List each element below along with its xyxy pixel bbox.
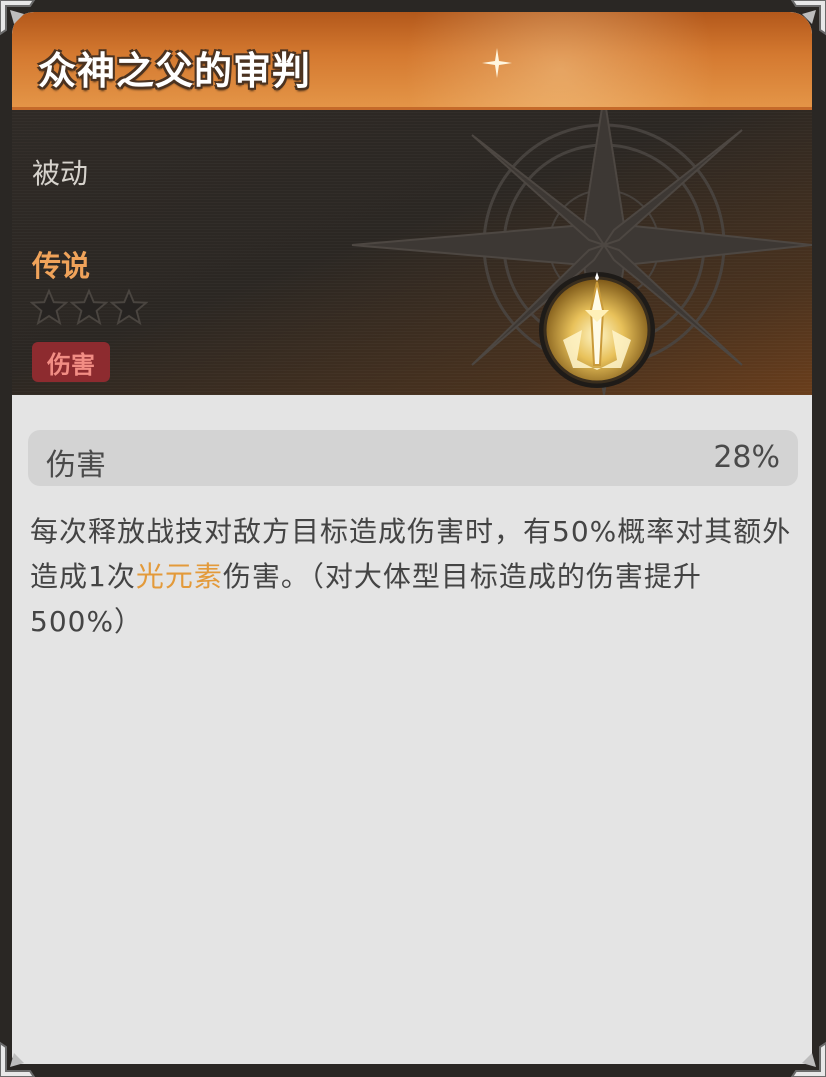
skill-header: 被动 传说 伤害 — [12, 110, 812, 395]
star-rating — [30, 288, 148, 326]
stat-value: 28% — [713, 440, 780, 475]
golden-sword-burst-icon — [539, 272, 655, 388]
star-icon — [70, 288, 108, 326]
star-icon — [110, 288, 148, 326]
skill-title: 众神之父的审判 — [38, 49, 312, 93]
title-bar: 众神之父的审判 — [12, 12, 812, 110]
skill-card: 众神之父的审判 被动 传说 伤害 伤害 28% 每次释放战技对敌方目标造成伤害时… — [12, 12, 812, 1064]
stat-name: 伤害 — [46, 448, 106, 483]
rarity-label: 传说 — [32, 249, 91, 283]
stat-row: 伤害 28% — [28, 430, 798, 486]
damage-tag: 伤害 — [32, 342, 110, 382]
frame-corner-ornament — [0, 1041, 36, 1077]
frame-corner-ornament — [790, 1041, 826, 1077]
frame-corner-ornament — [0, 0, 36, 36]
title-glow — [392, 12, 812, 107]
star-icon — [30, 288, 68, 326]
skill-description: 每次释放战技对敌方目标造成伤害时，有50%概率对其额外造成1次光元素伤害。（对大… — [30, 509, 798, 644]
frame-corner-ornament — [790, 0, 826, 36]
element-highlight: 光元素 — [135, 560, 223, 593]
skill-type-label: 被动 — [32, 157, 89, 190]
sparkle-icon — [482, 48, 512, 78]
